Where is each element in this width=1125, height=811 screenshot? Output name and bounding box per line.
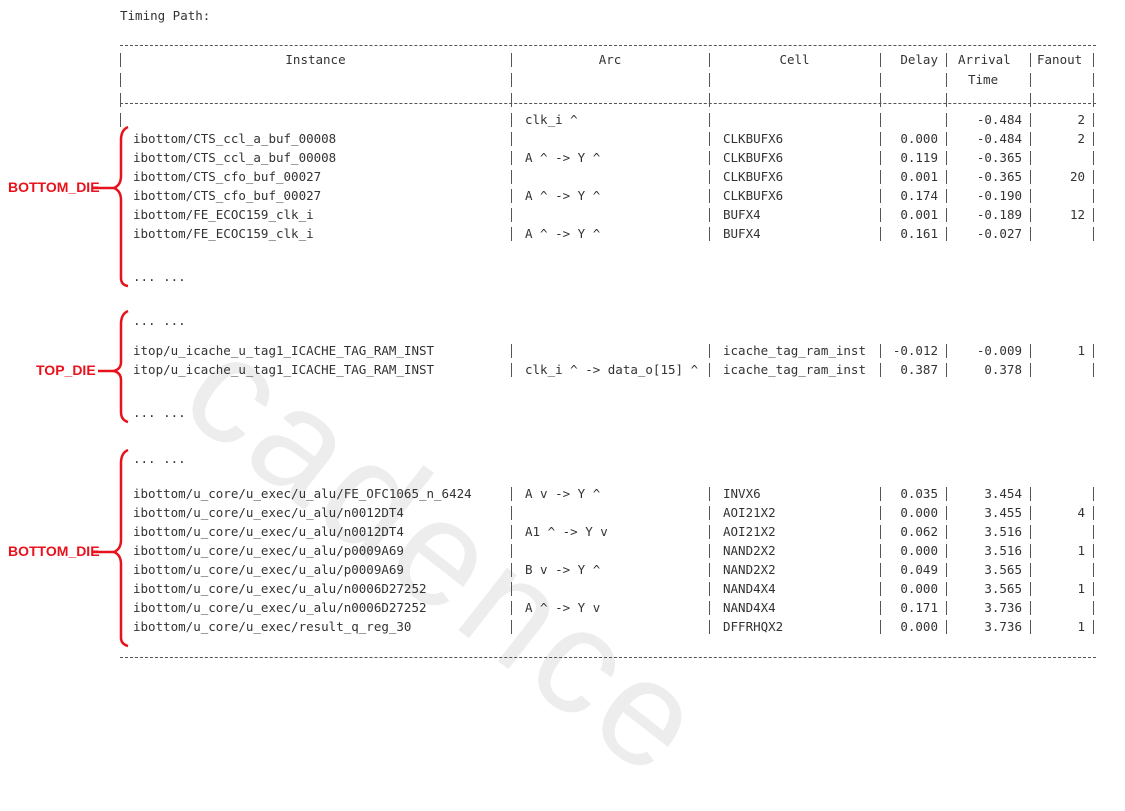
bracket-bottom-die-2 [110,448,129,648]
bracket-top-die [109,309,129,424]
die-brackets [92,125,129,648]
die-label-top: TOP_DIE [36,362,96,378]
die-label-bottom: BOTTOM_DIE [8,543,100,559]
bracket-bottom-die-1 [110,125,129,288]
die-label-bottom: BOTTOM_DIE [8,179,100,195]
